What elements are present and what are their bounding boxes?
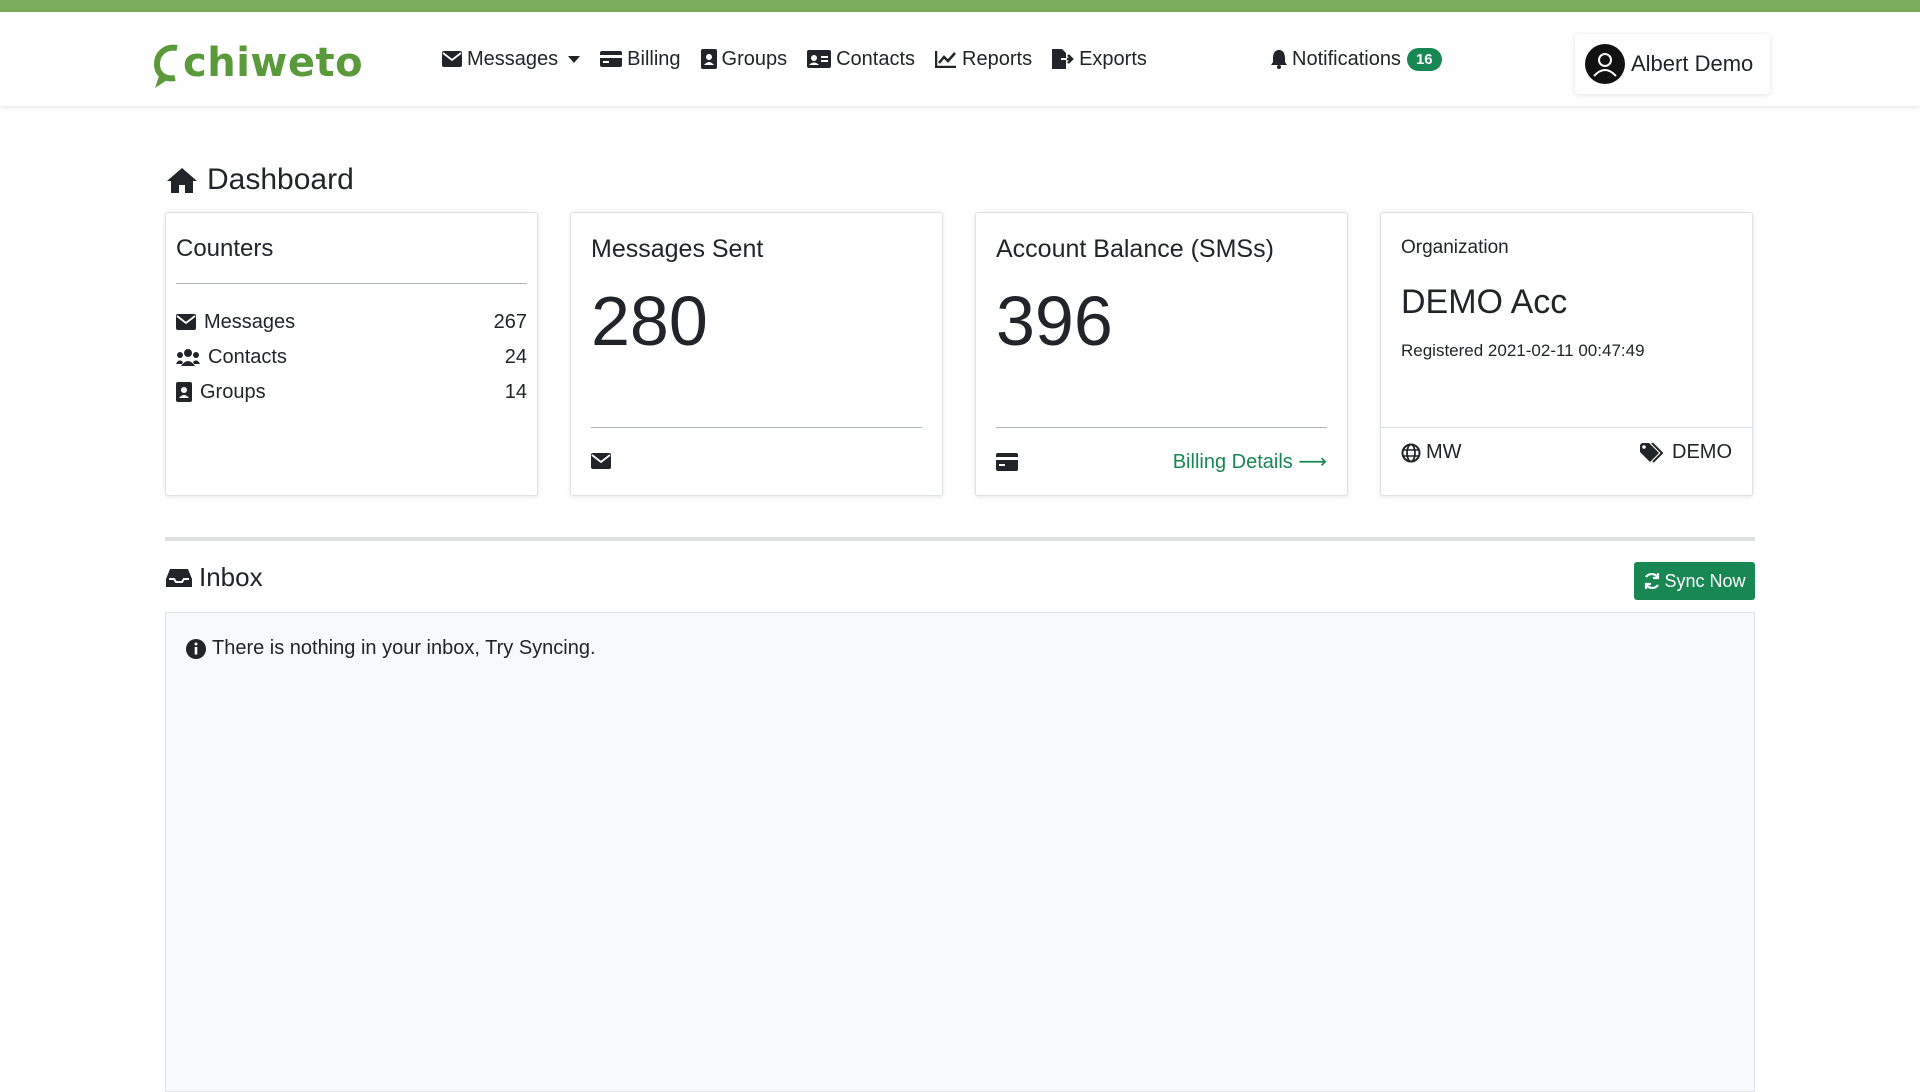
organization-tag: DEMO (1640, 441, 1732, 464)
counter-value: 267 (493, 310, 527, 333)
organization-name: DEMO Acc (1401, 283, 1568, 321)
messages-sent-title: Messages Sent (591, 235, 764, 263)
divider (996, 427, 1327, 428)
address-book-icon (176, 382, 192, 402)
nav-groups[interactable]: Groups (691, 39, 798, 79)
billing-details-link[interactable]: Billing Details ⟶ (1173, 449, 1327, 474)
tags-icon (1640, 442, 1664, 463)
inbox-empty-text: There is nothing in your inbox, Try Sync… (212, 637, 596, 659)
user-icon (1593, 53, 1617, 77)
counters-card: Counters Messages 267 Contacts 24 Groups… (165, 212, 538, 496)
divider (1381, 427, 1752, 428)
nav-reports[interactable]: Reports (925, 39, 1042, 79)
counter-value: 14 (504, 380, 527, 403)
bell-icon (1271, 50, 1287, 69)
main-nav: Messages Billing Groups Contacts Reports… (432, 12, 1157, 106)
address-book-icon (700, 49, 717, 69)
sync-icon (1645, 572, 1660, 590)
nav-groups-label: Groups (721, 47, 788, 70)
counter-row-messages: Messages 267 (176, 307, 527, 337)
divider (176, 283, 527, 284)
notifications-button[interactable]: Notifications 16 (1270, 39, 1442, 79)
inbox-title: Inbox (165, 562, 263, 593)
inbox-title-text: Inbox (199, 562, 263, 592)
counter-row-groups: Groups 14 (176, 377, 527, 407)
organization-country-code: MW (1426, 441, 1462, 463)
nav-contacts-label: Contacts (836, 47, 916, 70)
envelope-icon (442, 51, 462, 67)
counter-label: Groups (200, 380, 266, 403)
counters-title: Counters (176, 235, 274, 262)
counter-label: Contacts (208, 345, 287, 368)
envelope-icon (176, 314, 196, 330)
home-icon (167, 168, 197, 193)
page-title-text: Dashboard (207, 163, 354, 196)
nav-exports[interactable]: Exports (1042, 39, 1157, 79)
brand-logo[interactable]: chiweto (153, 34, 363, 92)
organization-registered: Registered 2021-02-11 00:47:49 (1401, 341, 1645, 360)
organization-tag-text: DEMO (1672, 441, 1732, 463)
messages-sent-card: Messages Sent 280 (570, 212, 943, 496)
nav-messages[interactable]: Messages (432, 39, 590, 79)
line-chart-icon (935, 51, 957, 68)
chevron-down-icon (568, 55, 581, 63)
organization-country: MW (1401, 441, 1462, 464)
organization-label: Organization (1401, 237, 1509, 258)
globe-icon (1401, 443, 1421, 462)
logo-text: chiweto (183, 40, 364, 86)
messages-sent-value: 280 (591, 282, 708, 360)
envelope-icon (591, 453, 611, 474)
counter-value: 24 (504, 345, 527, 368)
info-circle-icon (186, 638, 206, 659)
credit-card-icon (600, 51, 623, 67)
sync-now-label: Sync Now (1664, 570, 1746, 591)
logo-icon (153, 44, 178, 88)
organization-card: Organization DEMO Acc Registered 2021-02… (1380, 212, 1753, 496)
file-export-icon (1052, 49, 1074, 69)
inbox-empty-message: There is nothing in your inbox, Try Sync… (186, 637, 596, 660)
notifications-count-badge: 16 (1406, 47, 1442, 71)
page-title: Dashboard (165, 163, 354, 197)
inbox-icon (166, 568, 192, 587)
divider (591, 427, 922, 428)
inbox-panel: There is nothing in your inbox, Try Sync… (165, 612, 1755, 1092)
account-balance-title: Account Balance (SMSs) (996, 235, 1274, 263)
user-menu[interactable]: Albert Demo (1575, 34, 1770, 94)
avatar (1585, 44, 1625, 84)
sync-now-button[interactable]: Sync Now (1634, 562, 1755, 600)
nav-reports-label: Reports (962, 47, 1033, 70)
users-icon (176, 349, 200, 366)
account-balance-card: Account Balance (SMSs) 396 Billing Detai… (975, 212, 1348, 496)
counter-label: Messages (204, 310, 296, 333)
top-accent-bar (0, 0, 1920, 12)
section-divider (165, 537, 1755, 541)
credit-card-icon (996, 453, 1018, 476)
nav-contacts[interactable]: Contacts (797, 39, 925, 79)
nav-exports-label: Exports (1079, 47, 1147, 70)
id-card-icon (807, 50, 832, 68)
nav-messages-label: Messages (467, 47, 559, 70)
navbar: chiweto Messages Billing Groups Contacts… (0, 12, 1920, 106)
nav-billing[interactable]: Billing (590, 39, 690, 79)
user-name: Albert Demo (1631, 51, 1754, 76)
nav-billing-label: Billing (627, 47, 681, 70)
account-balance-value: 396 (996, 282, 1113, 360)
counter-row-contacts: Contacts 24 (176, 342, 527, 372)
notifications-label: Notifications (1292, 47, 1401, 70)
